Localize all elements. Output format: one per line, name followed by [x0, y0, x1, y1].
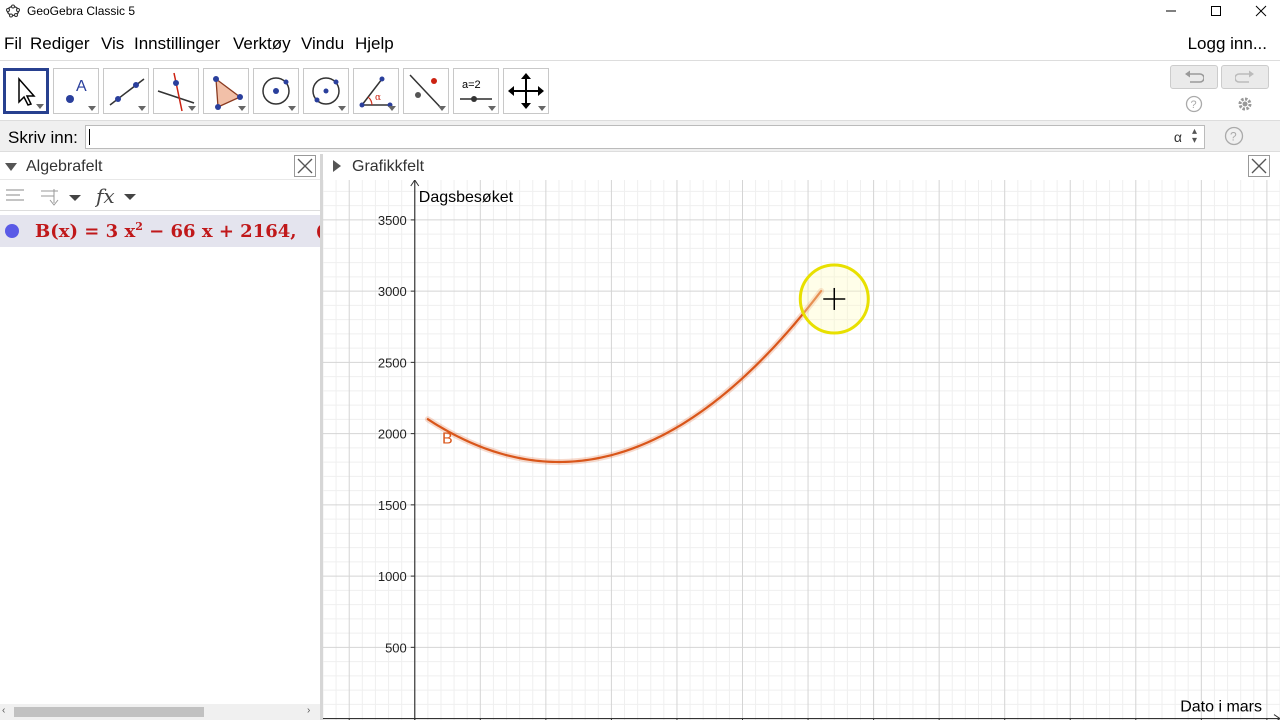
graphics-view-header: Grafikkfelt [323, 154, 1280, 180]
expand-triangle-icon[interactable] [333, 160, 341, 172]
scrollbar-thumb[interactable] [14, 707, 204, 717]
line-tool[interactable] [103, 68, 149, 114]
undo-icon [1185, 70, 1204, 83]
input-bar-label: Skriv inn: [8, 128, 78, 147]
svg-text:fx: fx [95, 184, 115, 208]
minimize-icon [1166, 10, 1176, 12]
menu-file[interactable]: Fil [4, 34, 22, 54]
y-tick-label: 1500 [378, 498, 407, 513]
menu-bar: Fil Rediger Vis Innstillinger Verktøy Vi… [0, 30, 1280, 58]
maximize-icon [1211, 6, 1221, 16]
reflect-tool[interactable] [403, 68, 449, 114]
algebra-description-icon[interactable] [5, 188, 25, 204]
svg-text:A: A [76, 78, 87, 95]
y-tick-label: 3000 [378, 284, 407, 299]
close-algebra-view-button[interactable] [294, 155, 316, 177]
perpendicular-line-tool[interactable] [153, 68, 199, 114]
symbol-keyboard-button[interactable]: α [1174, 129, 1182, 145]
menu-settings[interactable]: Innstillinger [134, 34, 220, 54]
svg-text:?: ? [1191, 99, 1197, 111]
input-help-icon[interactable]: ? [1224, 126, 1244, 146]
menu-tools[interactable]: Verktøy [233, 34, 291, 54]
function-definition: B(x) = 3 x2 − 66 x + 2164, ( [35, 220, 320, 242]
svg-text:α: α [375, 93, 381, 103]
y-tick-label: 2500 [378, 355, 407, 370]
x-axis-label: Dato i mars [1180, 699, 1262, 716]
login-link[interactable]: Logg inn... [1188, 34, 1267, 54]
circle-center-point-tool[interactable] [253, 68, 299, 114]
curve-label: B [442, 430, 453, 447]
angle-tool[interactable]: α [353, 68, 399, 114]
title-bar: GeoGebra Classic 5 [0, 0, 1280, 22]
geogebra-logo-icon [6, 4, 20, 18]
point-tool[interactable]: A [53, 68, 99, 114]
algebra-view-title: Algebrafelt [26, 158, 103, 175]
algebra-toolbar: fx [0, 181, 320, 211]
move-tool[interactable] [3, 68, 49, 114]
window-title: GeoGebra Classic 5 [27, 4, 136, 18]
y-tick-label: 500 [385, 640, 407, 655]
y-tick-label: 1000 [378, 569, 407, 584]
y-tick-label: 2000 [378, 427, 407, 442]
polygon-tool[interactable] [203, 68, 249, 114]
history-updown-icon[interactable]: ▴ ▾ [1192, 127, 1197, 146]
redo-button[interactable] [1221, 65, 1269, 89]
menu-view[interactable]: Vis [101, 34, 124, 54]
maximize-button[interactable] [1193, 0, 1239, 22]
collapse-triangle-icon[interactable] [5, 163, 17, 171]
minimize-button[interactable] [1148, 0, 1194, 22]
text-cursor [89, 129, 90, 145]
input-field[interactable]: α ▴ ▾ [85, 125, 1205, 149]
graphics-view-title: Grafikkfelt [352, 158, 425, 175]
menu-edit[interactable]: Rediger [30, 34, 90, 54]
close-icon [1251, 158, 1267, 174]
menu-help[interactable]: Hjelp [355, 34, 394, 54]
visibility-toggle-dot[interactable] [5, 224, 19, 238]
close-icon [1255, 5, 1267, 17]
menu-window[interactable]: Vindu [301, 34, 344, 54]
circle-three-points-tool[interactable] [303, 68, 349, 114]
y-tick-label: 3500 [378, 213, 407, 228]
slider-tool[interactable]: a=2 [453, 68, 499, 114]
graphics-canvas[interactable]: -505101520253035404550556065500100015002… [323, 180, 1280, 720]
settings-gear-icon[interactable] [1236, 95, 1254, 113]
redo-icon [1235, 70, 1254, 83]
undo-button[interactable] [1170, 65, 1218, 89]
fx-icon[interactable]: fx [95, 184, 141, 208]
slider-tool-label: a=2 [462, 79, 481, 91]
x-axis-arrow [1273, 714, 1280, 720]
algebra-view-header: Algebrafelt [0, 154, 320, 180]
close-window-button[interactable] [1238, 0, 1280, 22]
toolbar-help-icon[interactable]: ? [1185, 95, 1203, 113]
tool-bar: A α a=2 [0, 60, 1280, 118]
close-icon [297, 158, 313, 174]
algebra-horizontal-scrollbar[interactable]: ‹ › [0, 704, 320, 720]
sort-icon[interactable] [40, 187, 86, 207]
close-graphics-view-button[interactable] [1248, 155, 1270, 177]
move-graphics-tool[interactable] [503, 68, 549, 114]
svg-text:?: ? [1230, 130, 1237, 144]
input-bar: Skriv inn: α ▴ ▾ [0, 120, 1280, 152]
y-axis-label: Dagsbesøket [419, 189, 514, 206]
algebra-object-row[interactable]: B(x) = 3 x2 − 66 x + 2164, ( [0, 215, 320, 247]
